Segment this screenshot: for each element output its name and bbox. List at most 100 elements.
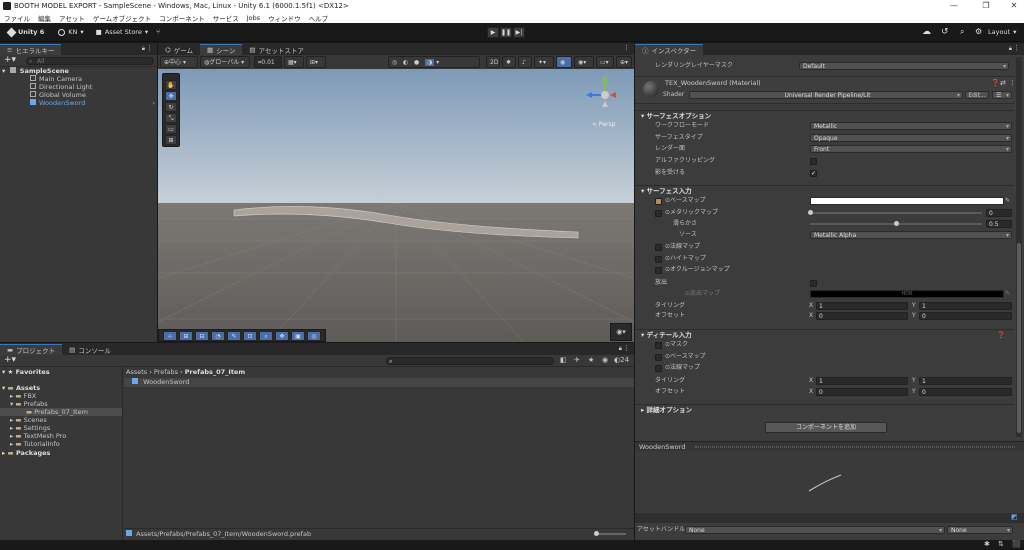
camera-overlay[interactable]: ◉▾ xyxy=(610,323,632,341)
filter-label-icon[interactable]: ✈ xyxy=(574,356,580,364)
snap-increment[interactable]: ⌗0.01 xyxy=(254,56,282,68)
draw-mode-group[interactable]: ◎ ◐ ● ◑ ▾ xyxy=(388,56,480,68)
receive-shadows-checkbox[interactable]: ✓ xyxy=(810,170,817,177)
move-tool-icon[interactable]: ✥ xyxy=(165,91,177,101)
layout-dropdown[interactable]: Layout ▾ xyxy=(988,28,1016,36)
minimize-button[interactable]: — xyxy=(940,0,968,12)
pivot-tool-icon[interactable]: ✥ xyxy=(275,331,289,341)
tab-game[interactable]: ⌬ ゲーム xyxy=(158,44,200,55)
smoothness-value-field[interactable]: 0.5 xyxy=(986,220,1012,228)
search-by-type-icon[interactable]: ◧ xyxy=(560,356,567,364)
asset-bundle-dropdown[interactable]: None xyxy=(685,526,945,534)
folder-row[interactable]: ▸ ▬ TextMesh Pro xyxy=(10,432,66,440)
zoom-tool-icon[interactable]: ⌕ xyxy=(259,331,273,341)
settings-icon[interactable]: ⚙ xyxy=(975,27,982,36)
texture-slot[interactable] xyxy=(655,210,662,217)
scene-settings-dropdown[interactable]: ⊕▾ xyxy=(616,56,632,68)
more-icon[interactable]: ⋮ xyxy=(1009,79,1016,87)
preview-drag-handle[interactable] xyxy=(695,446,1015,448)
grid-tool-icon[interactable]: ⊹ xyxy=(163,331,177,341)
detail-tiling-y-field[interactable]: 1 xyxy=(919,377,1012,385)
texture-slot[interactable] xyxy=(655,198,662,205)
hierarchy-item-selected[interactable]: WoodenSword › xyxy=(30,99,155,107)
asset-store-dropdown[interactable]: ■ Asset Store ▾ xyxy=(96,28,148,36)
texture-slot[interactable] xyxy=(655,244,662,251)
advanced-options-header[interactable]: ▸ 詳細オプション xyxy=(635,404,1014,414)
close-button[interactable]: ✕ xyxy=(1000,0,1024,12)
cache-icon[interactable]: ⬛ xyxy=(1012,540,1021,548)
offset-x-field[interactable]: 0 xyxy=(816,312,908,320)
wireframe-icon[interactable]: ◎ xyxy=(392,59,397,66)
menu-services[interactable]: サービス xyxy=(213,13,239,23)
metallic-value-field[interactable]: 0 xyxy=(986,209,1012,217)
offset-y-field[interactable]: 0 xyxy=(919,312,1012,320)
align-tool-icon[interactable]: ⊟ xyxy=(195,331,209,341)
base-color-swatch[interactable] xyxy=(810,197,1004,205)
eyedropper-icon[interactable]: ✎ xyxy=(1005,289,1010,299)
smoothness-slider-handle[interactable] xyxy=(894,221,899,226)
add-component-button[interactable]: コンポーネントを追加 xyxy=(765,422,887,433)
expand-arrow-icon[interactable]: ▾ xyxy=(2,67,5,75)
camera-dropdown[interactable]: ◉▾ xyxy=(574,56,594,68)
shaded-wire-icon[interactable]: ◐ xyxy=(403,59,408,66)
detail-inputs-header[interactable]: ▾ ディテール入力 ❓ xyxy=(635,329,1014,339)
tiling-x-field[interactable]: 1 xyxy=(816,302,908,310)
preview-area[interactable] xyxy=(635,451,1024,513)
add-button[interactable]: +▾ xyxy=(4,55,16,65)
menu-window[interactable]: ウィンドウ xyxy=(268,13,301,23)
cloud-icon[interactable]: ☁ xyxy=(922,27,931,37)
smoothness-slider[interactable] xyxy=(810,221,982,226)
progress-icon[interactable]: ⇅ xyxy=(998,540,1004,548)
shader-dropdown[interactable]: Universal Render Pipeline/Lit xyxy=(689,91,963,99)
favorites-row[interactable]: ▾ ★ Favorites xyxy=(2,368,50,376)
eyedropper-icon[interactable]: ✎ xyxy=(1005,196,1010,206)
source-dropdown[interactable]: Metallic Alpha xyxy=(810,231,1012,239)
texture-slot[interactable] xyxy=(655,267,662,274)
favorite-icon[interactable]: ★ xyxy=(588,356,594,364)
tab-scene[interactable]: ▦ シーン xyxy=(200,44,243,55)
pivot-dropdown[interactable]: ⊕中心 ▾ xyxy=(160,56,198,68)
folder-row-selected[interactable]: ▬ Prefabs_07_Item xyxy=(0,408,122,416)
menu-component[interactable]: コンポーネント xyxy=(159,13,205,23)
chevron-right-icon[interactable]: › xyxy=(152,99,155,107)
audio-toggle[interactable]: ♪ xyxy=(518,56,532,68)
search-icon[interactable]: ⌕ xyxy=(960,27,964,37)
gizmos-dropdown[interactable]: ▭▾ xyxy=(596,56,614,68)
asset-list-item[interactable]: WoodenSword xyxy=(124,378,634,387)
bounds-tool-icon[interactable]: ▣ xyxy=(291,331,305,341)
hierarchy-item[interactable]: Global Volume xyxy=(30,91,86,99)
play-button[interactable]: ▶ xyxy=(487,27,499,38)
more-icon[interactable]: ⋮ xyxy=(1013,44,1020,52)
tiling-y-field[interactable]: 1 xyxy=(919,302,1012,310)
help-icon[interactable]: ❓ xyxy=(997,330,1005,340)
more-icon[interactable]: ⋮ xyxy=(623,44,630,52)
tab-inspector[interactable]: ⓘ インスペクター xyxy=(635,44,704,55)
shader-menu-dropdown[interactable]: ☰ xyxy=(992,91,1012,99)
preview-toggle-icon[interactable]: ◩ xyxy=(1011,513,1018,521)
preset-icon[interactable]: ⇄ xyxy=(1000,79,1006,87)
hierarchy-item[interactable]: Directional Light xyxy=(30,83,92,91)
measure-tool-icon[interactable]: ⊡ xyxy=(243,331,257,341)
metallic-slider-handle[interactable] xyxy=(808,210,813,215)
orbit-tool-icon[interactable]: ◎ xyxy=(307,331,321,341)
add-button[interactable]: +▾ xyxy=(4,355,16,365)
edit-shader-button[interactable]: Edit... xyxy=(965,91,989,99)
more-icon[interactable]: ⋮ xyxy=(623,344,630,352)
tab-project[interactable]: ▬ プロジェクト xyxy=(0,344,63,355)
visibility-icon[interactable]: ◉ xyxy=(602,356,608,364)
transform-tool-icon[interactable]: ⊞ xyxy=(165,135,177,145)
2d-toggle[interactable]: 2D xyxy=(486,56,500,68)
lock-icon[interactable]: 🔒︎ xyxy=(1009,45,1012,53)
menu-assets[interactable]: アセット xyxy=(59,13,85,23)
preview-header[interactable]: WoodenSword xyxy=(635,441,1024,451)
alpha-clip-checkbox[interactable] xyxy=(810,158,817,165)
history-icon[interactable]: ↺ xyxy=(941,27,949,37)
texture-slot[interactable] xyxy=(655,256,662,263)
menu-help[interactable]: ヘルプ xyxy=(309,13,329,23)
assets-row[interactable]: ▾ ▬ Assets xyxy=(2,384,40,392)
inspector-scrollbar[interactable] xyxy=(1016,57,1022,437)
scrollbar-thumb[interactable] xyxy=(1017,243,1021,433)
step-button[interactable]: ▶| xyxy=(513,27,525,38)
rendering-layer-dropdown[interactable]: Default xyxy=(799,62,1009,70)
texture-slot[interactable] xyxy=(655,365,662,372)
